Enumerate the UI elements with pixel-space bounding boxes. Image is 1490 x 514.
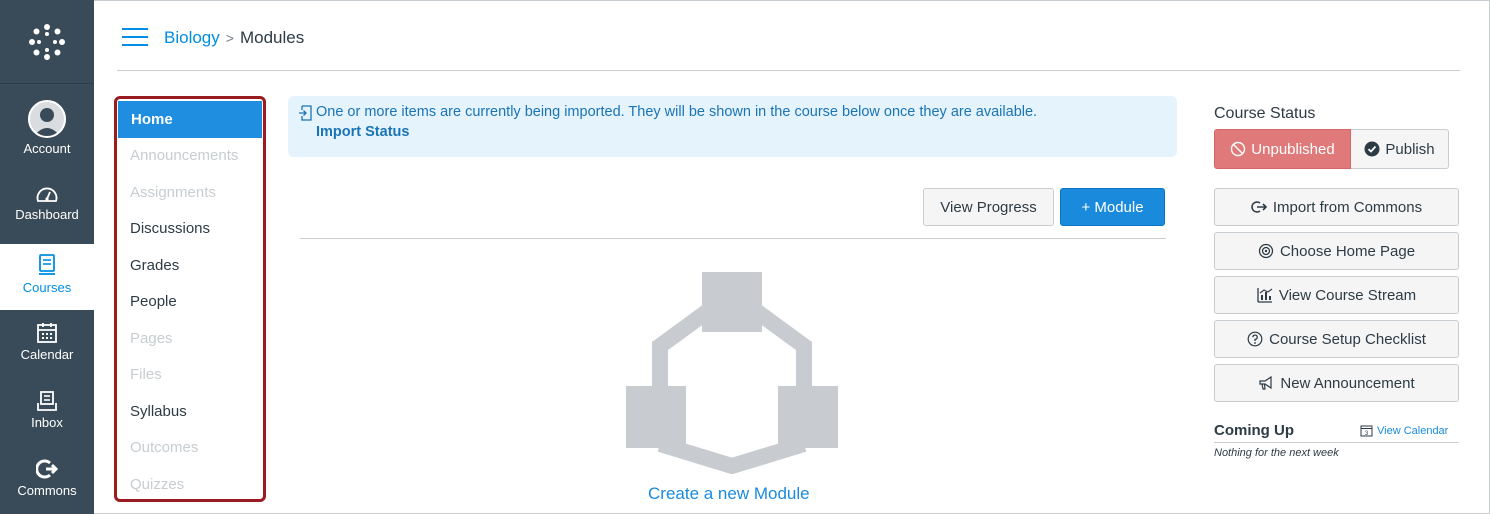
- course-nav-pages[interactable]: Pages: [117, 320, 263, 357]
- calendar-small-icon: 3: [1360, 425, 1373, 437]
- view-progress-button[interactable]: View Progress: [923, 188, 1054, 226]
- add-module-button[interactable]: + Module: [1060, 188, 1165, 226]
- breadcrumb-current-page: Modules: [239, 28, 305, 47]
- choose-home-page-label: Choose Home Page: [1279, 242, 1416, 260]
- inbox-icon: [37, 391, 57, 411]
- view-course-stream-label: View Course Stream: [1278, 286, 1417, 304]
- breadcrumb: Biology > Modules: [164, 28, 304, 48]
- global-nav-commons[interactable]: Commons: [0, 458, 94, 498]
- import-alert-message: One or more items are currently being im…: [316, 104, 1038, 120]
- course-nav-syllabus[interactable]: Syllabus: [117, 393, 263, 430]
- course-nav-home[interactable]: Home: [118, 101, 262, 138]
- new-announcement-button[interactable]: New Announcement: [1214, 364, 1459, 402]
- global-nav-label: Calendar: [20, 347, 74, 362]
- import-icon: [299, 105, 312, 121]
- header-divider: [117, 70, 1460, 71]
- unpublished-label: Unpublished: [1251, 140, 1335, 158]
- publish-label: Publish: [1385, 140, 1435, 158]
- commons-share-icon: [1251, 201, 1267, 213]
- import-status-link[interactable]: Import Status: [316, 124, 1163, 140]
- course-nav-announcements[interactable]: Announcements: [117, 138, 263, 175]
- coming-up-title: Coming Up: [1214, 422, 1294, 439]
- course-setup-checklist-label: Course Setup Checklist: [1269, 330, 1426, 348]
- course-nav-assignments[interactable]: Assignments: [117, 174, 263, 211]
- coming-up-divider: [1214, 442, 1459, 443]
- global-nav-courses[interactable]: Courses: [0, 244, 94, 310]
- global-nav-label: Commons: [17, 483, 77, 498]
- global-nav-label: Inbox: [31, 415, 63, 430]
- check-circle-icon: [1364, 141, 1380, 157]
- global-nav-label: Account: [23, 141, 71, 156]
- unpublished-button[interactable]: Unpublished: [1214, 129, 1351, 169]
- global-nav-inbox[interactable]: Inbox: [0, 390, 94, 430]
- import-alert: One or more items are currently being im…: [288, 96, 1177, 157]
- view-calendar-label: View Calendar: [1377, 424, 1449, 437]
- global-nav-label: Dashboard: [15, 207, 79, 222]
- global-nav-dashboard[interactable]: Dashboard: [0, 184, 94, 222]
- canvas-logo-icon: [29, 23, 65, 60]
- breadcrumb-separator: >: [225, 30, 234, 46]
- view-calendar-link[interactable]: 3 View Calendar: [1360, 424, 1448, 437]
- new-announcement-label: New Announcement: [1280, 374, 1415, 392]
- course-status-toggle: Unpublished Publish: [1214, 129, 1449, 169]
- course-nav-grades[interactable]: Grades: [117, 247, 263, 284]
- account-avatar: [28, 100, 66, 138]
- courses-icon: [39, 254, 55, 275]
- course-nav: Home Announcements Assignments Discussio…: [114, 96, 266, 502]
- course-setup-checklist-button[interactable]: Course Setup Checklist: [1214, 320, 1459, 358]
- choose-home-page-button[interactable]: Choose Home Page: [1214, 232, 1459, 270]
- canvas-logo[interactable]: [0, 0, 94, 84]
- import-from-commons-label: Import from Commons: [1272, 198, 1423, 216]
- global-nav-calendar[interactable]: Calendar: [0, 322, 94, 362]
- coming-up-empty-text: Nothing for the next week: [1214, 447, 1339, 459]
- target-icon: [1258, 243, 1274, 259]
- import-from-commons-button[interactable]: Import from Commons: [1214, 188, 1459, 226]
- create-module-link[interactable]: Create a new Module: [648, 484, 810, 504]
- course-nav-discussions[interactable]: Discussions: [117, 211, 263, 248]
- ban-icon: [1231, 141, 1246, 157]
- modules-divider: [300, 238, 1166, 239]
- modules-empty-illustration: [626, 272, 838, 474]
- global-nav-account[interactable]: Account: [0, 100, 94, 156]
- commons-icon: [36, 459, 58, 479]
- global-nav-label: Courses: [22, 280, 72, 295]
- course-nav-quizzes[interactable]: Quizzes: [117, 466, 263, 503]
- megaphone-icon: [1259, 375, 1272, 390]
- question-icon: [1247, 331, 1263, 347]
- breadcrumb-course-link[interactable]: Biology: [164, 28, 220, 48]
- view-course-stream-button[interactable]: View Course Stream: [1214, 276, 1459, 314]
- calendar-icon: [37, 323, 57, 343]
- hamburger-menu-button[interactable]: [122, 28, 148, 48]
- course-nav-outcomes[interactable]: Outcomes: [117, 430, 263, 467]
- publish-button[interactable]: Publish: [1351, 129, 1449, 169]
- course-nav-files[interactable]: Files: [117, 357, 263, 394]
- global-nav: Account Dashboard Courses Calendar Inbox…: [0, 0, 94, 514]
- dashboard-icon: [36, 187, 58, 202]
- stream-icon: [1257, 288, 1273, 303]
- course-nav-people[interactable]: People: [117, 284, 263, 321]
- course-status-title: Course Status: [1214, 105, 1316, 122]
